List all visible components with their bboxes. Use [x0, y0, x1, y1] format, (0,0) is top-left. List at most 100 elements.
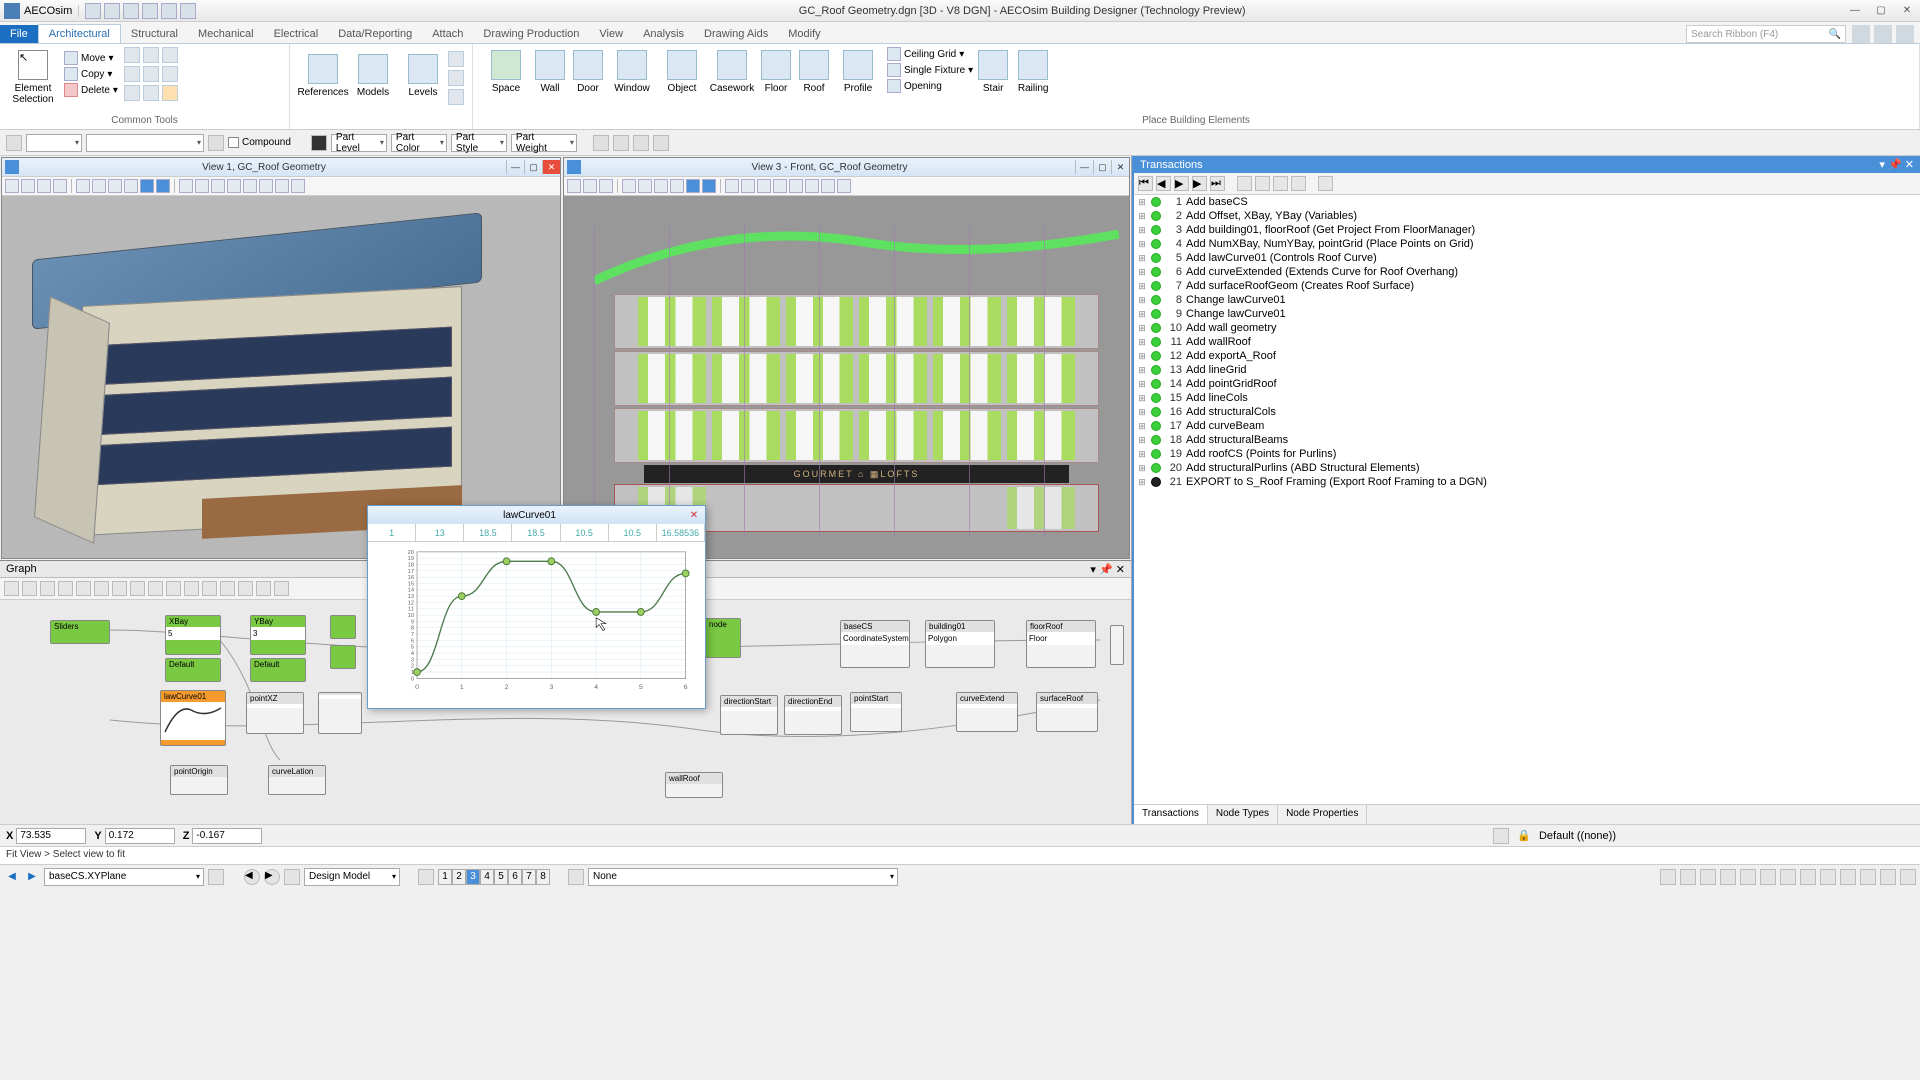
- part-level-dropdown[interactable]: Part Level: [331, 134, 387, 152]
- dropdown[interactable]: [86, 134, 204, 152]
- node[interactable]: directionStart: [720, 695, 778, 735]
- qat-print-icon[interactable]: [161, 3, 177, 19]
- next-icon[interactable]: ▶: [1192, 176, 1207, 191]
- node[interactable]: curveExtend: [956, 692, 1018, 732]
- ribbon-search[interactable]: Search Ribbon (F4)🔍: [1686, 25, 1846, 43]
- object-button[interactable]: Object: [657, 47, 707, 97]
- close-button[interactable]: ✕: [1894, 1, 1920, 21]
- tool-icon[interactable]: [1255, 176, 1270, 191]
- graph-tool-icon[interactable]: [274, 581, 289, 596]
- railing-button[interactable]: Railing: [1013, 47, 1053, 97]
- line-weight-icon[interactable]: [311, 135, 327, 151]
- tab-analysis[interactable]: Analysis: [633, 25, 694, 43]
- transaction-row[interactable]: ⊞3Add building01, floorRoof (Get Project…: [1134, 223, 1920, 237]
- tool-icon[interactable]: [1840, 869, 1856, 885]
- minimize-icon[interactable]: —: [506, 160, 524, 174]
- close-icon[interactable]: ✕: [542, 160, 560, 174]
- node-lawcurve[interactable]: lawCurve01: [160, 690, 226, 746]
- node[interactable]: [1110, 625, 1124, 665]
- maximize-button[interactable]: ▢: [1868, 1, 1894, 21]
- view-tool-icon[interactable]: [757, 179, 771, 193]
- transaction-row[interactable]: ⊞4Add NumXBay, NumYBay, pointGrid (Place…: [1134, 237, 1920, 251]
- pan-icon[interactable]: [670, 179, 684, 193]
- node-slider[interactable]: YBay3: [250, 615, 306, 655]
- last-icon[interactable]: ⏭: [1210, 176, 1225, 191]
- tool-icon[interactable]: [1493, 828, 1509, 844]
- nav-back-icon[interactable]: ◀: [244, 869, 260, 885]
- tool-icon[interactable]: [593, 135, 609, 151]
- tool-icon[interactable]: [1900, 869, 1916, 885]
- tool-icon[interactable]: [1273, 176, 1288, 191]
- element-selection-button[interactable]: ↖Element Selection: [8, 47, 58, 108]
- tool-icon[interactable]: [1680, 869, 1696, 885]
- transaction-row[interactable]: ⊞14Add pointGridRoof: [1134, 377, 1920, 391]
- tab-node-types[interactable]: Node Types: [1208, 805, 1278, 824]
- z-coord-input[interactable]: [192, 828, 262, 844]
- lock-icon[interactable]: 🔒: [1517, 829, 1531, 842]
- tab-modify[interactable]: Modify: [778, 25, 830, 43]
- value-cell[interactable]: 10.5: [561, 524, 609, 541]
- transaction-row[interactable]: ⊞12Add exportA_Roof: [1134, 349, 1920, 363]
- zoom-in-icon[interactable]: [92, 179, 106, 193]
- node[interactable]: Default: [165, 658, 221, 682]
- roof-button[interactable]: Roof: [795, 47, 833, 97]
- tool-icon[interactable]: [1318, 176, 1333, 191]
- tab-transactions[interactable]: Transactions: [1134, 805, 1208, 824]
- qat-save-icon[interactable]: [104, 3, 120, 19]
- graph-tool-icon[interactable]: [58, 581, 73, 596]
- view-tool-icon[interactable]: [821, 179, 835, 193]
- node[interactable]: curveLation: [268, 765, 326, 795]
- tool-icon[interactable]: [1740, 869, 1756, 885]
- view-tool-icon[interactable]: [211, 179, 225, 193]
- graph-tool-icon[interactable]: [76, 581, 91, 596]
- transaction-row[interactable]: ⊞11Add wallRoof: [1134, 335, 1920, 349]
- view-tool-icon[interactable]: [567, 179, 581, 193]
- tool-icon[interactable]: [162, 47, 178, 63]
- qat-redo-icon[interactable]: [142, 3, 158, 19]
- close-icon[interactable]: ✕: [687, 510, 701, 521]
- tool-icon[interactable]: [633, 135, 649, 151]
- single-fixture-button[interactable]: Single Fixture ▾: [887, 63, 973, 77]
- tool-icon[interactable]: [1880, 869, 1896, 885]
- value-cell[interactable]: 16.58536: [657, 524, 705, 541]
- transaction-row[interactable]: ⊞16Add structuralCols: [1134, 405, 1920, 419]
- node[interactable]: surfaceRoof: [1036, 692, 1098, 732]
- close-icon[interactable]: ✕: [1905, 159, 1914, 171]
- node[interactable]: floorRoofFloor: [1026, 620, 1096, 668]
- transaction-row[interactable]: ⊞1Add baseCS: [1134, 195, 1920, 209]
- graph-tool-icon[interactable]: [112, 581, 127, 596]
- graph-tool-icon[interactable]: [256, 581, 271, 596]
- node[interactable]: [318, 692, 362, 734]
- zoom-out-icon[interactable]: [654, 179, 668, 193]
- pan-icon[interactable]: [124, 179, 138, 193]
- help-icon[interactable]: [1874, 25, 1892, 43]
- nav-fwd-icon[interactable]: ▶: [264, 869, 280, 885]
- minimize-button[interactable]: —: [1842, 1, 1868, 21]
- transaction-row[interactable]: ⊞2Add Offset, XBay, YBay (Variables): [1134, 209, 1920, 223]
- lawcurve-chart[interactable]: 012345678910111213141516171819200123456: [368, 542, 705, 706]
- tool-icon[interactable]: [143, 66, 159, 82]
- graph-tool-icon[interactable]: [130, 581, 145, 596]
- qat-item[interactable]: [85, 3, 101, 19]
- tab-data-reporting[interactable]: Data/Reporting: [328, 25, 422, 43]
- first-icon[interactable]: ⏮: [1138, 176, 1153, 191]
- node[interactable]: building01Polygon: [925, 620, 995, 668]
- view-tool-icon[interactable]: [227, 179, 241, 193]
- dropdown[interactable]: [26, 134, 82, 152]
- view1-viewport[interactable]: [2, 196, 560, 558]
- graph-tool-icon[interactable]: [166, 581, 181, 596]
- tool-icon[interactable]: [6, 135, 22, 151]
- transaction-row[interactable]: ⊞7Add surfaceRoofGeom (Creates Roof Surf…: [1134, 279, 1920, 293]
- minimize-icon[interactable]: —: [1075, 160, 1093, 174]
- transaction-row[interactable]: ⊞19Add roofCS (Points for Purlins): [1134, 447, 1920, 461]
- view-tool-icon[interactable]: [179, 179, 193, 193]
- door-button[interactable]: Door: [569, 47, 607, 97]
- pin-icon[interactable]: 📌: [1888, 159, 1902, 171]
- tool-icon[interactable]: [448, 89, 464, 105]
- node[interactable]: baseCSCoordinateSystem: [840, 620, 910, 668]
- transaction-row[interactable]: ⊞17Add curveBeam: [1134, 419, 1920, 433]
- node[interactable]: directionEnd: [784, 695, 842, 735]
- play-icon[interactable]: ▶: [1174, 176, 1189, 191]
- zoom-fit-icon[interactable]: [76, 179, 90, 193]
- pin-icon[interactable]: 📌: [1099, 564, 1113, 576]
